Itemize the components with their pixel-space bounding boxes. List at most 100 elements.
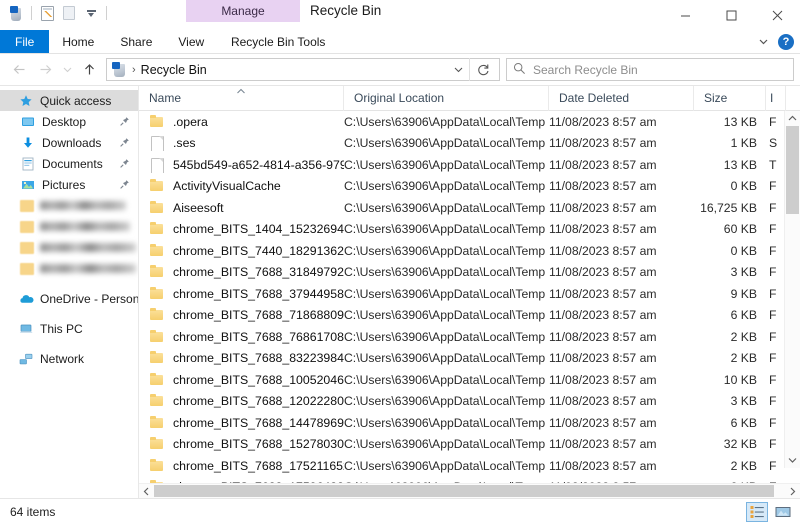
scroll-right-button[interactable] xyxy=(785,484,800,499)
sidebar-item-network[interactable]: Network xyxy=(0,348,138,369)
sidebar-item-pictures[interactable]: Pictures xyxy=(0,174,138,195)
details-view-button[interactable] xyxy=(746,501,768,522)
cell-date-deleted: 11/08/2023 8:57 am xyxy=(549,222,657,237)
title-bar: Manage Recycle Bin xyxy=(0,0,800,30)
scroll-left-button[interactable] xyxy=(139,484,154,499)
tab-view[interactable]: View xyxy=(165,30,217,53)
toolbar-divider-2 xyxy=(106,6,107,20)
table-row[interactable]: chrome_BITS_7688_379449585 C:\Users\63906… xyxy=(139,283,800,305)
column-header-item-type[interactable]: I xyxy=(766,86,786,111)
recent-locations-button[interactable] xyxy=(58,57,76,83)
sidebar-item-documents[interactable]: Documents xyxy=(0,153,138,174)
column-header-size[interactable]: Size xyxy=(694,86,766,111)
column-header-original-location[interactable]: Original Location xyxy=(344,86,549,111)
chevron-down-icon[interactable] xyxy=(447,64,469,75)
close-button[interactable] xyxy=(754,0,800,30)
cell-size: 2 KB xyxy=(730,351,757,366)
pin-icon[interactable] xyxy=(119,158,130,169)
table-row[interactable]: chrome_BITS_7688_718688099 C:\Users\63906… xyxy=(139,305,800,327)
item-count-label: 64 items xyxy=(10,504,56,519)
file-name-label: chrome_BITS_7688_718688099 xyxy=(173,308,344,323)
sidebar-item-redacted[interactable] xyxy=(0,216,138,237)
tab-file[interactable]: File xyxy=(0,30,50,53)
column-header-name[interactable]: Name xyxy=(139,86,344,111)
breadcrumb-separator: › xyxy=(132,63,136,76)
properties-icon[interactable] xyxy=(37,3,57,23)
file-name-label: chrome_BITS_7688_318497926 xyxy=(173,265,344,280)
back-button[interactable] xyxy=(6,57,32,83)
customize-qat-icon[interactable] xyxy=(81,3,101,23)
contextual-tab-highlight[interactable]: Manage xyxy=(186,0,300,22)
file-name-label: chrome_BITS_7688_832239844 xyxy=(173,351,344,366)
help-button[interactable]: ? xyxy=(778,33,794,50)
up-button[interactable] xyxy=(76,57,102,83)
scrollbar-thumb[interactable] xyxy=(154,485,774,497)
sidebar-item-desktop[interactable]: Desktop xyxy=(0,111,138,132)
cell-date-deleted: 11/08/2023 8:57 am xyxy=(549,114,657,129)
recycle-bin-icon[interactable] xyxy=(6,3,26,23)
table-row[interactable]: ActivityVisualCache C:\Users\63906\AppDat… xyxy=(139,176,800,198)
column-header-label: I xyxy=(770,91,774,105)
table-row[interactable]: 545bd549-a652-4814-a356-979de...C:\Users… xyxy=(139,154,800,176)
table-row[interactable]: chrome_BITS_7688_832239844 C:\Users\63906… xyxy=(139,348,800,370)
maximize-button[interactable] xyxy=(708,0,754,30)
tab-home[interactable]: Home xyxy=(49,30,107,53)
cell-name: Aiseesoft xyxy=(139,200,344,216)
folder-icon xyxy=(149,221,165,237)
address-input[interactable]: › Recycle Bin xyxy=(106,58,500,81)
file-name-label: chrome_BITS_7688_768617087 xyxy=(173,329,344,344)
vertical-scrollbar[interactable] xyxy=(784,111,800,468)
refresh-button[interactable] xyxy=(469,58,497,81)
cell-name: .opera xyxy=(139,114,344,130)
table-row[interactable]: chrome_BITS_1404_1523269433 C:\Users\6390… xyxy=(139,219,800,241)
pin-icon[interactable] xyxy=(119,137,130,148)
sidebar-item-downloads[interactable]: Downloads xyxy=(0,132,138,153)
forward-button[interactable] xyxy=(32,57,58,83)
table-row[interactable]: chrome_BITS_7688_1202228061 C:\Users\6390… xyxy=(139,391,800,413)
large-icons-view-button[interactable] xyxy=(772,502,794,522)
table-row[interactable]: chrome_BITS_7688_1527803016 C:\Users\6390… xyxy=(139,434,800,456)
new-folder-icon[interactable] xyxy=(59,3,79,23)
table-row[interactable]: .opera C:\Users\63906\AppData\Local\Temp 1… xyxy=(139,111,800,133)
documents-icon xyxy=(20,156,36,172)
table-row[interactable]: chrome_BITS_7688_1447896974 C:\Users\6390… xyxy=(139,412,800,434)
cell-size: 13 KB xyxy=(723,157,757,172)
cell-name: chrome_BITS_7688_1202228061 xyxy=(139,393,344,409)
sidebar-item-quick-access[interactable]: Quick access xyxy=(0,90,138,111)
horizontal-scrollbar[interactable] xyxy=(139,483,800,498)
chevron-down-icon[interactable] xyxy=(757,35,770,48)
cell-date-deleted: 11/08/2023 8:57 am xyxy=(549,157,657,172)
sidebar-item-label: Desktop xyxy=(42,114,87,129)
pin-icon[interactable] xyxy=(119,116,130,127)
table-row[interactable]: .ses C:\Users\63906\AppData\Local\Temp 11/… xyxy=(139,133,800,155)
cell-item-type: F xyxy=(769,329,777,344)
sidebar-item-this-pc[interactable]: This PC xyxy=(0,318,138,339)
scroll-down-button[interactable] xyxy=(785,453,800,468)
scrollbar-thumb[interactable] xyxy=(786,126,799,214)
breadcrumb[interactable]: Recycle Bin xyxy=(141,63,207,77)
minimize-button[interactable] xyxy=(662,0,708,30)
cell-item-type: F xyxy=(769,394,777,409)
scroll-up-button[interactable] xyxy=(785,111,800,126)
sidebar-item-redacted[interactable] xyxy=(0,195,138,216)
search-box[interactable]: Search Recycle Bin xyxy=(506,58,794,81)
file-rows[interactable]: .opera C:\Users\63906\AppData\Local\Temp 1… xyxy=(139,111,800,483)
table-row[interactable]: Aiseesoft C:\Users\63906\AppData\Local\Te… xyxy=(139,197,800,219)
view-toggle-group xyxy=(746,501,794,522)
sidebar-item-onedrive[interactable]: OneDrive - Personal xyxy=(0,288,138,309)
table-row[interactable]: chrome_BITS_7688_318497926 C:\Users\63906… xyxy=(139,262,800,284)
sidebar-item-redacted[interactable] xyxy=(0,237,138,258)
quick-access-toolbar xyxy=(0,0,114,26)
table-row[interactable]: chrome_BITS_7688_768617087 C:\Users\63906… xyxy=(139,326,800,348)
cell-original-location: C:\Users\63906\AppData\Local\Temp xyxy=(344,329,546,344)
sidebar-item-redacted[interactable] xyxy=(0,258,138,279)
file-list-area: Name Original Location Date Deleted Size… xyxy=(139,86,800,498)
tab-share[interactable]: Share xyxy=(107,30,165,53)
search-input[interactable]: Search Recycle Bin xyxy=(533,63,638,77)
table-row[interactable]: chrome_BITS_7688_1005204670 C:\Users\6390… xyxy=(139,369,800,391)
pin-icon[interactable] xyxy=(119,179,130,190)
table-row[interactable]: chrome_BITS_7440_182913628 C:\Users\63906… xyxy=(139,240,800,262)
table-row[interactable]: chrome_BITS_7688_1752116523 C:\Users\6390… xyxy=(139,455,800,477)
cell-name: chrome_BITS_7688_1527803016 xyxy=(139,436,344,452)
column-header-date-deleted[interactable]: Date Deleted xyxy=(549,86,694,111)
